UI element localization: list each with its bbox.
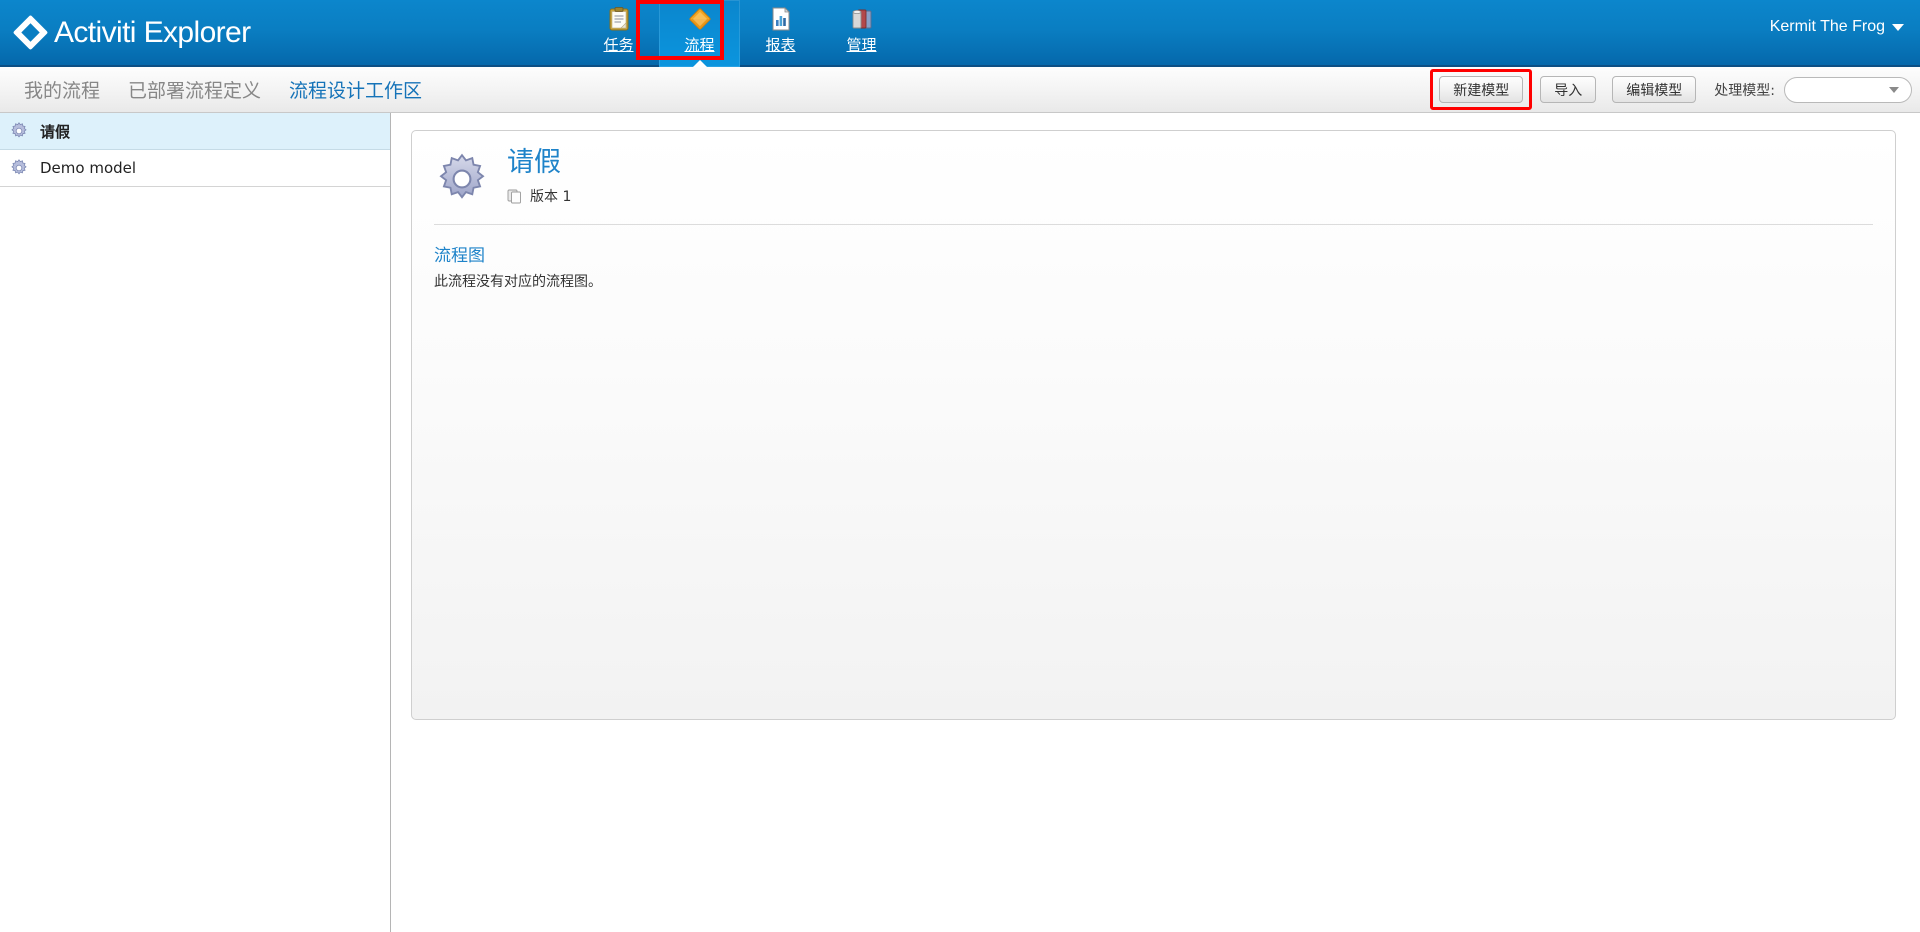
tab-my-processes[interactable]: 我的流程 bbox=[10, 76, 114, 103]
clipboard-icon bbox=[608, 7, 630, 31]
gear-icon bbox=[434, 151, 490, 207]
diagram-section-title[interactable]: 流程图 bbox=[434, 241, 485, 266]
nav-item-reports-label: 报表 bbox=[765, 36, 796, 54]
import-button[interactable]: 导入 bbox=[1540, 76, 1597, 103]
orange-diamond-icon bbox=[688, 7, 712, 31]
nav-item-processes[interactable]: 流程 bbox=[659, 0, 740, 69]
brand-logo[interactable]: Activiti Explorer bbox=[0, 0, 251, 65]
gear-icon bbox=[9, 158, 29, 178]
bar-chart-document-icon bbox=[770, 7, 792, 31]
nav-item-management[interactable]: 管理 bbox=[821, 0, 902, 67]
process-tabs: 我的流程 已部署流程定义 流程设计工作区 bbox=[0, 67, 436, 112]
sidebar-item-label: Demo model bbox=[40, 159, 137, 177]
gear-icon bbox=[9, 121, 29, 141]
main-navigation: 任务 流程 报表 管理 bbox=[578, 0, 902, 69]
nav-item-tasks[interactable]: 任务 bbox=[578, 0, 659, 67]
brand-title: Activiti Explorer bbox=[54, 15, 251, 49]
diagram-empty-message: 此流程没有对应的流程图。 bbox=[434, 274, 602, 290]
user-name-label: Kermit The Frog bbox=[1769, 18, 1885, 35]
sidebar-item-demo-model[interactable]: Demo model bbox=[0, 150, 390, 187]
page-body: 请假 Demo model 请假 版本 1 流程图 此流程没有对应的流程图。 bbox=[0, 113, 1920, 932]
app-header: Activiti Explorer 任务 流程 报表 管理 Kermit The… bbox=[0, 0, 1920, 69]
new-model-button[interactable]: 新建模型 bbox=[1439, 76, 1524, 103]
model-detail-area: 请假 版本 1 流程图 此流程没有对应的流程图。 bbox=[391, 113, 1920, 932]
model-title: 请假 bbox=[507, 147, 561, 178]
sidebar-item-label: 请假 bbox=[40, 122, 71, 141]
nav-item-tasks-label: 任务 bbox=[603, 36, 634, 54]
process-model-label: 处理模型: bbox=[1714, 82, 1775, 99]
chevron-down-icon bbox=[1889, 86, 1899, 93]
sidebar-item-qingjia[interactable]: 请假 bbox=[0, 113, 390, 150]
tab-deployed-definitions[interactable]: 已部署流程定义 bbox=[114, 76, 275, 103]
tab-process-designer-workspace[interactable]: 流程设计工作区 bbox=[275, 76, 436, 103]
panel-divider bbox=[434, 224, 1873, 225]
model-list-sidebar: 请假 Demo model bbox=[0, 113, 391, 932]
model-header-text: 请假 版本 1 bbox=[507, 147, 571, 206]
model-version-label: 版本 1 bbox=[530, 189, 572, 206]
model-toolbar: 新建模型 导入 编辑模型 处理模型: bbox=[1430, 67, 1912, 112]
user-menu[interactable]: Kermit The Frog bbox=[1770, 18, 1904, 36]
diamond-logo-icon bbox=[12, 14, 49, 50]
diagram-section: 流程图 此流程没有对应的流程图。 bbox=[434, 241, 1873, 291]
model-detail-panel: 请假 版本 1 流程图 此流程没有对应的流程图。 bbox=[411, 130, 1896, 720]
new-model-highlight-box: 新建模型 bbox=[1430, 69, 1533, 110]
nav-item-reports[interactable]: 报表 bbox=[740, 0, 821, 67]
nav-item-processes-label: 流程 bbox=[684, 36, 715, 54]
nav-item-management-label: 管理 bbox=[846, 36, 877, 54]
model-version-row: 版本 1 bbox=[507, 186, 571, 206]
sub-navigation-bar: 我的流程 已部署流程定义 流程设计工作区 新建模型 导入 编辑模型 处理模型: bbox=[0, 67, 1920, 113]
model-header: 请假 版本 1 bbox=[434, 147, 1873, 224]
chevron-down-icon bbox=[1892, 23, 1904, 31]
edit-model-button[interactable]: 编辑模型 bbox=[1612, 76, 1697, 103]
process-model-select[interactable] bbox=[1784, 76, 1912, 103]
database-stack-icon bbox=[850, 7, 874, 31]
pages-copy-icon bbox=[507, 188, 523, 204]
